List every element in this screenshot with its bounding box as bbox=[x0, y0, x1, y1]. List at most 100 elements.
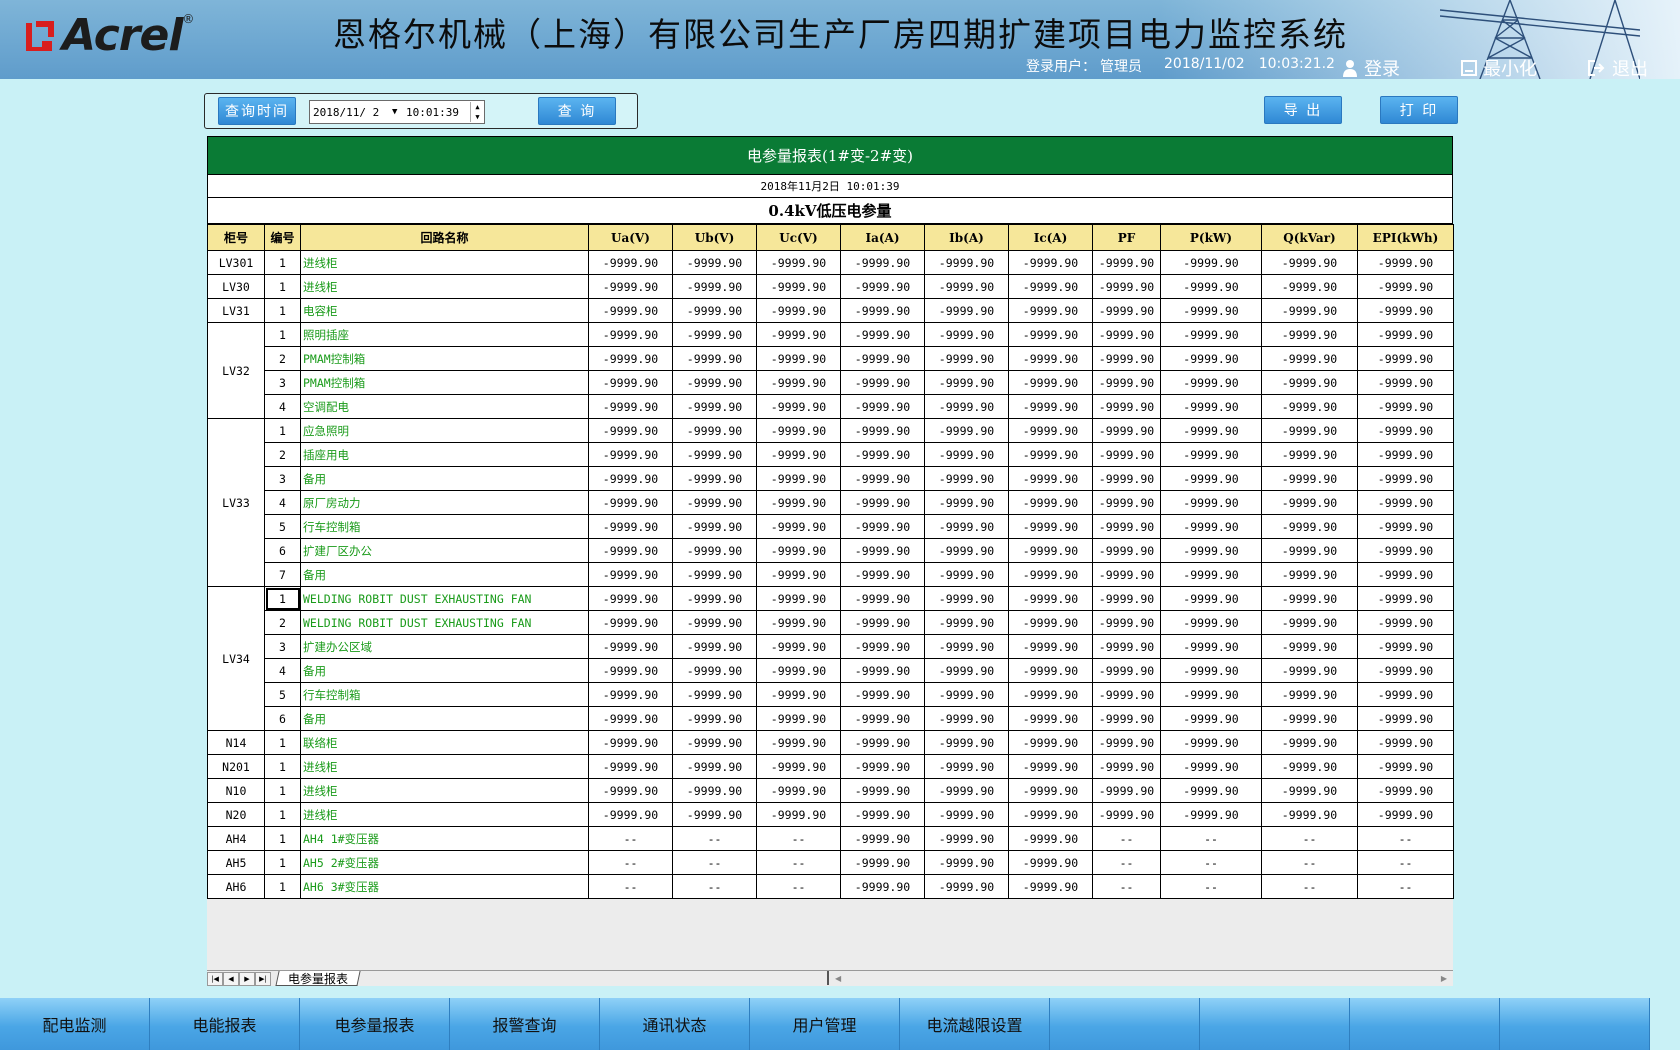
value-cell[interactable]: -9999.90 bbox=[1092, 538, 1161, 563]
value-cell[interactable]: -9999.90 bbox=[1261, 706, 1358, 731]
value-cell[interactable]: -9999.90 bbox=[1008, 418, 1093, 443]
value-cell[interactable]: -- bbox=[588, 850, 673, 875]
spin-down-icon[interactable]: ▼ bbox=[475, 113, 479, 121]
value-cell[interactable]: -- bbox=[588, 826, 673, 851]
value-cell[interactable]: -9999.90 bbox=[588, 634, 673, 659]
value-cell[interactable]: -9999.90 bbox=[588, 778, 673, 803]
value-cell[interactable]: -9999.90 bbox=[1008, 610, 1093, 635]
value-cell[interactable]: -9999.90 bbox=[756, 250, 841, 275]
value-cell[interactable]: -9999.90 bbox=[924, 778, 1009, 803]
value-cell[interactable]: -9999.90 bbox=[1261, 346, 1358, 371]
value-cell[interactable]: -9999.90 bbox=[588, 418, 673, 443]
value-cell[interactable]: -9999.90 bbox=[756, 730, 841, 755]
value-cell[interactable]: -9999.90 bbox=[1092, 562, 1161, 587]
value-cell[interactable]: -9999.90 bbox=[924, 250, 1009, 275]
value-cell[interactable]: -9999.90 bbox=[840, 298, 925, 323]
circuit-number-cell[interactable]: 2 bbox=[264, 610, 301, 635]
circuit-name-cell[interactable]: 应急照明 bbox=[300, 418, 589, 443]
value-cell[interactable]: -9999.90 bbox=[1357, 346, 1454, 371]
circuit-number-cell[interactable]: 2 bbox=[264, 442, 301, 467]
cabinet-cell[interactable]: AH6 bbox=[207, 874, 265, 899]
value-cell[interactable]: -9999.90 bbox=[1160, 562, 1262, 587]
cabinet-cell[interactable]: AH4 bbox=[207, 826, 265, 851]
value-cell[interactable]: -9999.90 bbox=[1092, 514, 1161, 539]
cabinet-cell[interactable]: N10 bbox=[207, 778, 265, 803]
value-cell[interactable]: -9999.90 bbox=[756, 586, 841, 611]
value-cell[interactable]: -9999.90 bbox=[672, 562, 757, 587]
value-cell[interactable]: -9999.90 bbox=[756, 394, 841, 419]
value-cell[interactable]: -9999.90 bbox=[840, 874, 925, 899]
value-cell[interactable]: -9999.90 bbox=[1261, 394, 1358, 419]
circuit-number-cell[interactable]: 1 bbox=[264, 802, 301, 827]
circuit-name-cell[interactable]: 进线柜 bbox=[300, 778, 589, 803]
value-cell[interactable]: -9999.90 bbox=[1008, 658, 1093, 683]
date-value[interactable]: 2018/11/ 2 bbox=[310, 106, 392, 119]
circuit-name-cell[interactable]: 原厂房动力 bbox=[300, 490, 589, 515]
value-cell[interactable]: -9999.90 bbox=[672, 778, 757, 803]
value-cell[interactable]: -9999.90 bbox=[1160, 778, 1262, 803]
value-cell[interactable]: -9999.90 bbox=[924, 826, 1009, 851]
value-cell[interactable]: -9999.90 bbox=[756, 490, 841, 515]
value-cell[interactable]: -9999.90 bbox=[1357, 298, 1454, 323]
circuit-number-cell[interactable]: 1 bbox=[264, 322, 301, 347]
value-cell[interactable]: -9999.90 bbox=[1357, 586, 1454, 611]
value-cell[interactable]: -9999.90 bbox=[1092, 730, 1161, 755]
value-cell[interactable]: -- bbox=[1357, 826, 1454, 851]
value-cell[interactable]: -9999.90 bbox=[672, 706, 757, 731]
value-cell[interactable]: -- bbox=[1160, 874, 1262, 899]
value-cell[interactable]: -9999.90 bbox=[924, 298, 1009, 323]
value-cell[interactable]: -9999.90 bbox=[1160, 586, 1262, 611]
value-cell[interactable]: -9999.90 bbox=[588, 466, 673, 491]
value-cell[interactable]: -9999.90 bbox=[588, 610, 673, 635]
circuit-number-cell[interactable]: 3 bbox=[264, 466, 301, 491]
value-cell[interactable]: -9999.90 bbox=[840, 250, 925, 275]
value-cell[interactable]: -9999.90 bbox=[1357, 466, 1454, 491]
value-cell[interactable]: -9999.90 bbox=[1160, 514, 1262, 539]
nav-item-4[interactable]: 通讯状态 bbox=[600, 998, 750, 1050]
value-cell[interactable]: -9999.90 bbox=[672, 514, 757, 539]
cabinet-cell[interactable]: N20 bbox=[207, 802, 265, 827]
circuit-number-cell[interactable]: 1 bbox=[264, 754, 301, 779]
value-cell[interactable]: -9999.90 bbox=[1092, 370, 1161, 395]
value-cell[interactable]: -9999.90 bbox=[1261, 322, 1358, 347]
value-cell[interactable]: -9999.90 bbox=[840, 322, 925, 347]
circuit-name-cell[interactable]: AH4 1#变压器 bbox=[300, 826, 589, 851]
value-cell[interactable]: -9999.90 bbox=[672, 682, 757, 707]
value-cell[interactable]: -- bbox=[672, 850, 757, 875]
circuit-name-cell[interactable]: 照明插座 bbox=[300, 322, 589, 347]
value-cell[interactable]: -9999.90 bbox=[756, 706, 841, 731]
cabinet-cell[interactable]: LV31 bbox=[207, 298, 265, 323]
value-cell[interactable]: -9999.90 bbox=[756, 466, 841, 491]
value-cell[interactable]: -9999.90 bbox=[1357, 490, 1454, 515]
circuit-number-cell[interactable]: 6 bbox=[264, 706, 301, 731]
value-cell[interactable]: -9999.90 bbox=[1008, 826, 1093, 851]
value-cell[interactable]: -9999.90 bbox=[924, 442, 1009, 467]
value-cell[interactable]: -9999.90 bbox=[672, 370, 757, 395]
value-cell[interactable]: -9999.90 bbox=[1261, 538, 1358, 563]
value-cell[interactable]: -9999.90 bbox=[1160, 706, 1262, 731]
value-cell[interactable]: -9999.90 bbox=[1160, 490, 1262, 515]
value-cell[interactable]: -9999.90 bbox=[924, 490, 1009, 515]
value-cell[interactable]: -9999.90 bbox=[672, 346, 757, 371]
value-cell[interactable]: -9999.90 bbox=[1261, 778, 1358, 803]
circuit-number-cell[interactable]: 2 bbox=[264, 346, 301, 371]
circuit-name-cell[interactable]: 进线柜 bbox=[300, 250, 589, 275]
value-cell[interactable]: -9999.90 bbox=[1160, 250, 1262, 275]
value-cell[interactable]: -9999.90 bbox=[1357, 322, 1454, 347]
value-cell[interactable]: -9999.90 bbox=[1092, 658, 1161, 683]
value-cell[interactable]: -9999.90 bbox=[840, 682, 925, 707]
value-cell[interactable]: -- bbox=[1092, 826, 1161, 851]
circuit-name-cell[interactable]: WELDING ROBIT DUST EXHAUSTING FAN bbox=[300, 586, 589, 611]
circuit-name-cell[interactable]: 电容柜 bbox=[300, 298, 589, 323]
value-cell[interactable]: -9999.90 bbox=[588, 274, 673, 299]
circuit-number-cell[interactable]: 1 bbox=[264, 418, 301, 443]
time-spinner[interactable]: ▲ ▼ bbox=[470, 102, 484, 122]
value-cell[interactable]: -9999.90 bbox=[924, 514, 1009, 539]
first-sheet-icon[interactable]: |◀ bbox=[207, 971, 223, 986]
circuit-name-cell[interactable]: 进线柜 bbox=[300, 274, 589, 299]
value-cell[interactable]: -9999.90 bbox=[840, 418, 925, 443]
value-cell[interactable]: -9999.90 bbox=[840, 466, 925, 491]
circuit-name-cell[interactable]: 进线柜 bbox=[300, 754, 589, 779]
value-cell[interactable]: -9999.90 bbox=[1357, 538, 1454, 563]
value-cell[interactable]: -9999.90 bbox=[1261, 514, 1358, 539]
